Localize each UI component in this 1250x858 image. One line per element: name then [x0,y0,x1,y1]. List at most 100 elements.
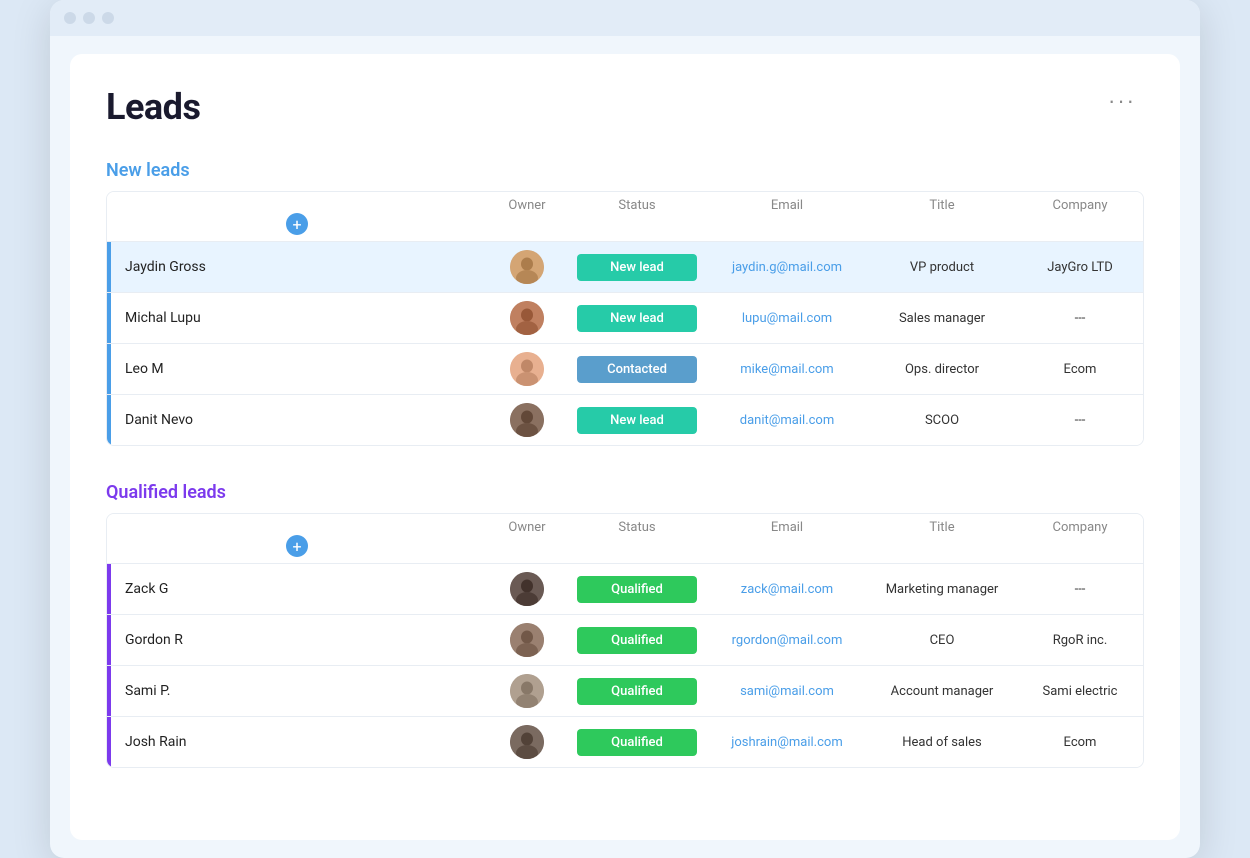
table-row[interactable]: Danit Nevo New lead danit@mail.comSCOO--- [107,395,1143,445]
dot-green [102,12,114,24]
avatar [510,301,544,335]
row-name-text: Danit Nevo [111,412,193,428]
row-title-cell: VP product [867,260,1017,275]
row-status-cell[interactable]: Contacted [567,356,707,383]
row-company-cell: Ecom [1017,735,1143,750]
row-name-cell: Sami P. [107,666,487,716]
col-header-title: Title [867,520,1017,535]
row-status-cell[interactable]: Qualified [567,678,707,705]
row-title-cell: Ops. director [867,362,1017,377]
row-status-cell[interactable]: New lead [567,254,707,281]
col-header-company: Company [1017,198,1143,213]
dot-yellow [83,12,95,24]
row-owner-cell [487,572,567,606]
row-title-cell: Account manager [867,684,1017,699]
avatar [510,725,544,759]
row-company-cell: Ecom [1017,362,1143,377]
add-column-header[interactable]: + [107,213,487,235]
more-button[interactable]: ··· [1100,86,1144,116]
row-name-cell: Danit Nevo [107,395,487,445]
table-header-qualified-leads: OwnerStatusEmailTitleCompany+ [107,514,1143,564]
status-badge[interactable]: Qualified [577,729,697,756]
add-column-header[interactable]: + [107,535,487,557]
row-title-cell: SCOO [867,413,1017,428]
table-row[interactable]: Gordon R Qualified rgordon@mail.comCEORgo… [107,615,1143,666]
col-header-status: Status [567,520,707,535]
row-email-cell[interactable]: lupu@mail.com [707,311,867,326]
row-company-cell: JayGro LTD [1017,260,1143,275]
row-owner-cell [487,674,567,708]
row-title-cell: Marketing manager [867,582,1017,597]
col-header-title: Title [867,198,1017,213]
section-title-new-leads: New leads [106,160,190,181]
col-header-owner: Owner [487,198,567,213]
row-name-text: Josh Rain [111,734,187,750]
row-email-cell[interactable]: jaydin.g@mail.com [707,260,867,275]
status-badge[interactable]: Contacted [577,356,697,383]
table-qualified-leads: OwnerStatusEmailTitleCompany+Zack G Qual… [106,513,1144,768]
col-header-email: Email [707,198,867,213]
status-badge[interactable]: Qualified [577,576,697,603]
status-badge[interactable]: New lead [577,407,697,434]
col-header-owner: Owner [487,520,567,535]
row-name-cell: Gordon R [107,615,487,665]
avatar [510,674,544,708]
table-row[interactable]: Josh Rain Qualifiedjoshrain@mail.comHead… [107,717,1143,767]
row-status-cell[interactable]: Qualified [567,576,707,603]
row-owner-cell [487,623,567,657]
row-status-cell[interactable]: New lead [567,305,707,332]
table-header-new-leads: OwnerStatusEmailTitleCompany + [107,192,1143,242]
row-name-cell: Leo M [107,344,487,394]
row-name-cell: Zack G [107,564,487,614]
section-header-new-leads: New leads [106,160,1144,181]
col-header-status: Status [567,198,707,213]
section-new-leads: New leads OwnerStatusEmailTitleCompany + Ja… [106,160,1144,446]
row-company-cell: RgoR inc. [1017,633,1143,648]
section-qualified-leads: Qualified leads OwnerStatusEmailTitleComp… [106,482,1144,768]
section-header-qualified-leads: Qualified leads [106,482,1144,503]
row-status-cell[interactable]: New lead [567,407,707,434]
row-name-text: Jaydin Gross [111,259,206,275]
row-company-cell: Sami electric [1017,684,1143,699]
dot-red [64,12,76,24]
row-email-cell[interactable]: rgordon@mail.com [707,633,867,648]
table-row[interactable]: Sami P. Qualified sami@mail.comAccount ma… [107,666,1143,717]
section-title-qualified-leads: Qualified leads [106,482,226,503]
row-owner-cell [487,301,567,335]
main-content: Leads ··· New leadsOwnerStatusEmailTitle… [70,54,1180,840]
row-email-cell[interactable]: zack@mail.com [707,582,867,597]
page-title: Leads [106,86,200,128]
sections-container: New leadsOwnerStatusEmailTitleCompany+Ja… [106,160,1144,768]
add-column-icon[interactable]: + [286,535,308,557]
row-email-cell[interactable]: sami@mail.com [707,684,867,699]
table-new-leads: OwnerStatusEmailTitleCompany + Jaydin Gros… [106,191,1144,446]
add-column-icon[interactable]: + [286,213,308,235]
titlebar [50,0,1200,36]
avatar [510,352,544,386]
table-row[interactable]: Zack G Qualified zack@mail.comMarketing m… [107,564,1143,615]
app-window: Leads ··· New leadsOwnerStatusEmailTitle… [50,0,1200,858]
status-badge[interactable]: New lead [577,305,697,332]
row-status-cell[interactable]: Qualified [567,729,707,756]
row-name-text: Zack G [111,581,168,597]
col-header-email: Email [707,520,867,535]
row-status-cell[interactable]: Qualified [567,627,707,654]
avatar [510,250,544,284]
page-header: Leads ··· [106,86,1144,128]
row-email-cell[interactable]: joshrain@mail.com [707,735,867,750]
row-email-cell[interactable]: mike@mail.com [707,362,867,377]
status-badge[interactable]: Qualified [577,678,697,705]
row-company-cell: --- [1017,582,1143,597]
table-row[interactable]: Leo M Contacted mike@mail.comOps. directo… [107,344,1143,395]
row-owner-cell [487,250,567,284]
table-row[interactable]: Jaydin Gross New lead jaydin.g@mail.comVP… [107,242,1143,293]
row-title-cell: CEO [867,633,1017,648]
status-badge[interactable]: Qualified [577,627,697,654]
status-badge[interactable]: New lead [577,254,697,281]
row-name-text: Leo M [111,361,164,377]
row-email-cell[interactable]: danit@mail.com [707,413,867,428]
row-company-cell: --- [1017,413,1143,428]
row-name-cell: Josh Rain [107,717,487,767]
table-row[interactable]: Michal Lupu New leadlupu@mail.comSales m… [107,293,1143,344]
row-title-cell: Sales manager [867,311,1017,326]
